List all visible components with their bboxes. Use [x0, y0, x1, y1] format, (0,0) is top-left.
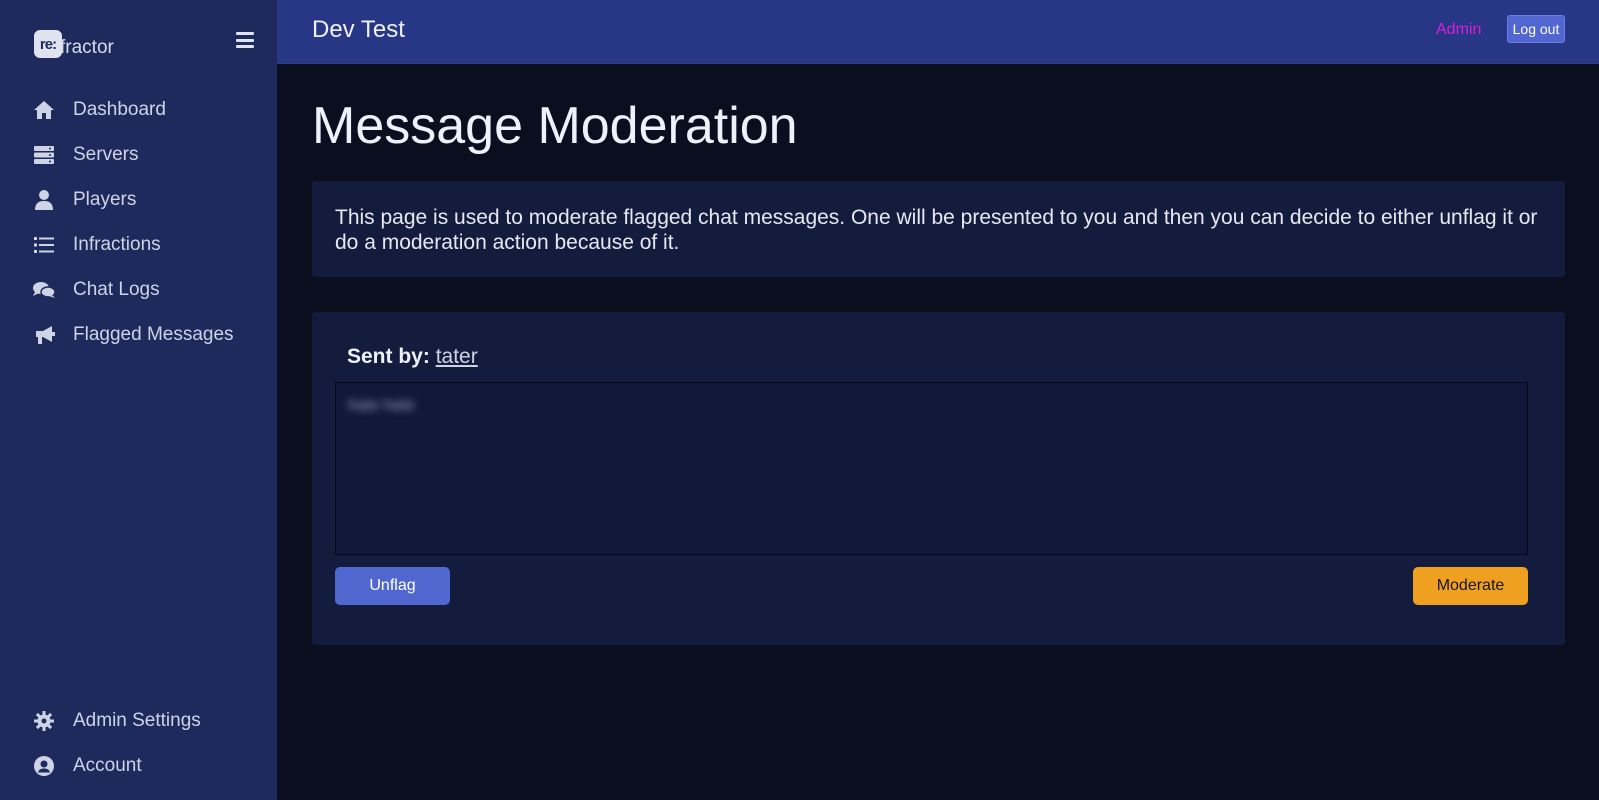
- user-icon: [33, 189, 55, 211]
- sidebar-item-infractions[interactable]: Infractions: [33, 230, 263, 260]
- logout-button[interactable]: Log out: [1507, 15, 1565, 43]
- sidebar-item-label: Flagged Messages: [73, 324, 234, 345]
- brand-name: fractor: [60, 37, 114, 58]
- sidebar-item-account[interactable]: Account: [33, 751, 263, 781]
- list-icon: [33, 234, 55, 256]
- sidebar: re: fractor Dashboard Servers Players In…: [0, 0, 277, 800]
- sidebar-item-label: Servers: [73, 144, 139, 165]
- page-title: Message Moderation: [312, 97, 798, 155]
- user-circle-icon: [33, 755, 55, 777]
- instance-title: Dev Test: [312, 16, 405, 43]
- sidebar-item-label: Dashboard: [73, 99, 166, 120]
- sender-link[interactable]: tater: [436, 345, 478, 368]
- home-icon: [33, 99, 55, 121]
- sent-by: Sent by: tater: [347, 345, 478, 369]
- sidebar-item-dashboard[interactable]: Dashboard: [33, 95, 263, 125]
- sidebar-item-chat-logs[interactable]: Chat Logs: [33, 275, 263, 305]
- sidebar-item-label: Admin Settings: [73, 710, 201, 731]
- sidebar-item-players[interactable]: Players: [33, 185, 263, 215]
- sidebar-item-label: Players: [73, 189, 137, 210]
- menu-toggle-icon[interactable]: [236, 32, 254, 48]
- flagged-message-text: hate hate: [348, 397, 415, 414]
- server-icon: [33, 144, 55, 166]
- sidebar-item-label: Infractions: [73, 234, 161, 255]
- sidebar-item-flagged-messages[interactable]: Flagged Messages: [33, 320, 263, 350]
- comments-icon: [33, 279, 55, 301]
- sidebar-item-admin-settings[interactable]: Admin Settings: [33, 706, 263, 736]
- sidebar-item-servers[interactable]: Servers: [33, 140, 263, 170]
- logo-mark: re:: [34, 30, 62, 58]
- gear-icon: [33, 710, 55, 732]
- top-bar: Dev Test Admin Log out: [277, 0, 1599, 64]
- sent-by-label: Sent by:: [347, 345, 430, 368]
- sidebar-item-label: Account: [73, 755, 142, 776]
- flagged-message-card: Sent by: tater hate hate Unflag Moderate: [312, 312, 1565, 645]
- unflag-button[interactable]: Unflag: [335, 567, 450, 605]
- moderate-button[interactable]: Moderate: [1413, 567, 1528, 605]
- page-description: This page is used to moderate flagged ch…: [312, 181, 1565, 277]
- message-content-box: hate hate: [335, 382, 1528, 555]
- brand-logo[interactable]: re: fractor: [34, 27, 114, 58]
- admin-link[interactable]: Admin: [1436, 21, 1481, 39]
- sidebar-item-label: Chat Logs: [73, 279, 160, 300]
- bullhorn-icon: [33, 324, 55, 346]
